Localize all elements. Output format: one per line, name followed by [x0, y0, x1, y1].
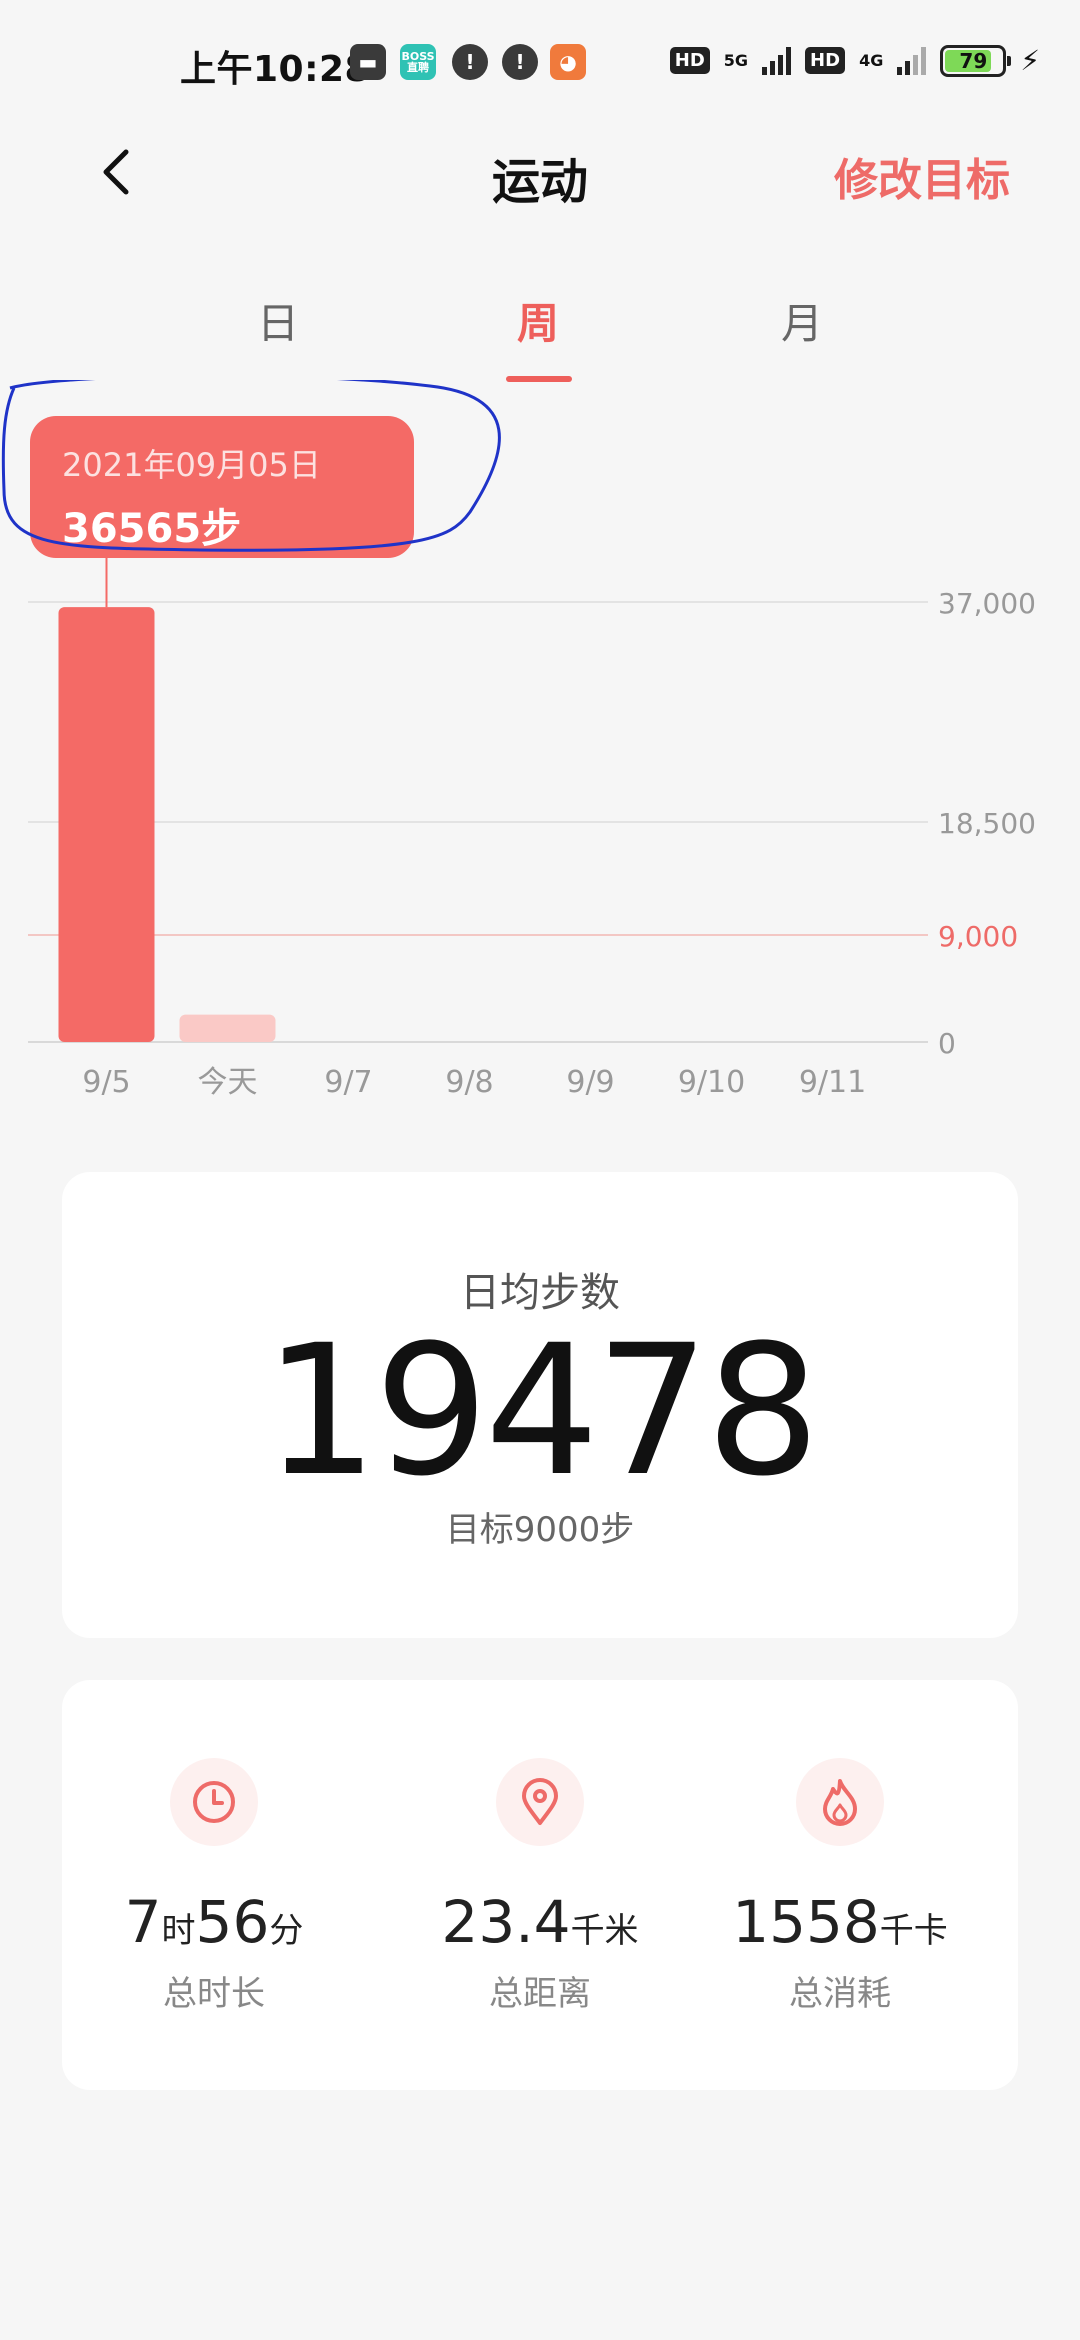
tooltip-date: 2021年09月05日: [62, 446, 321, 484]
battery-icon: 79: [940, 44, 1012, 77]
clock-icon: [170, 1758, 258, 1846]
signal-strength-icon: [762, 46, 792, 75]
x-tick-label: 9/11: [799, 1065, 866, 1100]
duration-value: 7时56分: [64, 1888, 364, 1956]
charging-icon: ⚡: [1020, 44, 1040, 77]
edit-goal-button[interactable]: 修改目标: [834, 144, 1010, 208]
tab-month[interactable]: 月: [742, 290, 862, 351]
duration-minutes-unit: 分: [269, 1911, 304, 1951]
network-type-1: 5G: [723, 50, 749, 70]
daily-average-card: 日均步数 19478 目标9000步: [62, 1172, 1018, 1638]
duration-label: 总时长: [163, 1974, 265, 2014]
y-tick-label: 37,000: [938, 587, 1036, 620]
calories-label: 总消耗: [789, 1974, 891, 2014]
flame-icon: [796, 1758, 884, 1846]
weekly-stats-card: 7时56分 总时长 23.4千米 总距离 1558千卡 总消耗: [62, 1680, 1018, 2090]
alert-notification-icon: !: [452, 44, 488, 80]
period-tabs: 日 周 月: [0, 280, 1080, 382]
stat-distance: 23.4千米 总距离: [390, 1758, 690, 2015]
duration-minutes: 56: [195, 1888, 270, 1956]
duration-hours: 7: [124, 1888, 162, 1956]
distance-unit: 千米: [570, 1911, 639, 1951]
chart-bar: [58, 607, 155, 1042]
boss-app-notification-icon: BOSS直聘: [400, 44, 436, 80]
calories-value: 1558千卡: [690, 1888, 990, 1956]
weekly-steps-chart: 37,000 18,500 0 9,000 9/5 今天 9/7 9/8 9/9 9/10 9/11…: [0, 380, 1080, 1120]
alert-notification-icon-2: !: [502, 44, 538, 80]
daily-average-value: 19478: [263, 1307, 821, 1516]
distance-label: 总距离: [489, 1974, 591, 2014]
network-type-2: 4G: [859, 50, 884, 70]
tab-day[interactable]: 日: [218, 290, 338, 351]
stat-duration: 7时56分 总时长: [64, 1758, 364, 2015]
battery-level: 79: [959, 48, 988, 73]
location-pin-icon: [496, 1758, 584, 1846]
y-tick-label: 18,500: [938, 807, 1036, 840]
tab-week[interactable]: 周: [478, 290, 598, 351]
x-tick-label: 9/8: [445, 1065, 493, 1100]
cat-app-notification-icon: ◕: [550, 44, 586, 80]
x-tick-label: 9/7: [324, 1065, 372, 1100]
distance-value: 23.4千米: [390, 1888, 690, 1956]
boss-app-label: BOSS直聘: [401, 50, 435, 74]
distance-number: 23.4: [441, 1888, 571, 1956]
chart-bar: [179, 1014, 276, 1042]
status-indicators: HD 5G HD 4G 79 ⚡: [669, 44, 1040, 77]
signal-strength-icon-2: [897, 46, 927, 75]
goal-label: 9,000: [938, 920, 1018, 953]
hd-badge-2: HD: [805, 47, 846, 74]
duration-hours-unit: 时: [161, 1911, 196, 1951]
selected-bar-tooltip: 2021年09月05日 36565步: [30, 416, 414, 558]
y-tick-label: 0: [938, 1027, 956, 1060]
x-tick-label: 9/9: [566, 1065, 614, 1100]
calories-unit: 千卡: [879, 1911, 948, 1951]
tooltip-steps: 36565步: [62, 506, 242, 552]
stat-calories: 1558千卡 总消耗: [690, 1758, 990, 2015]
x-tick-label: 9/10: [678, 1065, 745, 1100]
title-bar: 运动 修改目标: [0, 120, 1080, 230]
calories-number: 1558: [732, 1888, 880, 1956]
daily-goal-text: 目标9000步: [445, 1510, 635, 1550]
hd-badge: HD: [669, 47, 710, 74]
x-tick-label: 今天: [198, 1065, 258, 1100]
wallet-notification-icon: ▬: [350, 44, 386, 80]
status-bar: 上午10:28 ▬ BOSS直聘 ! ! ◕ HD 5G HD 4G 79 ⚡: [0, 0, 1080, 120]
x-tick-label: 9/5: [82, 1065, 130, 1100]
status-time: 上午10:28: [180, 49, 371, 90]
